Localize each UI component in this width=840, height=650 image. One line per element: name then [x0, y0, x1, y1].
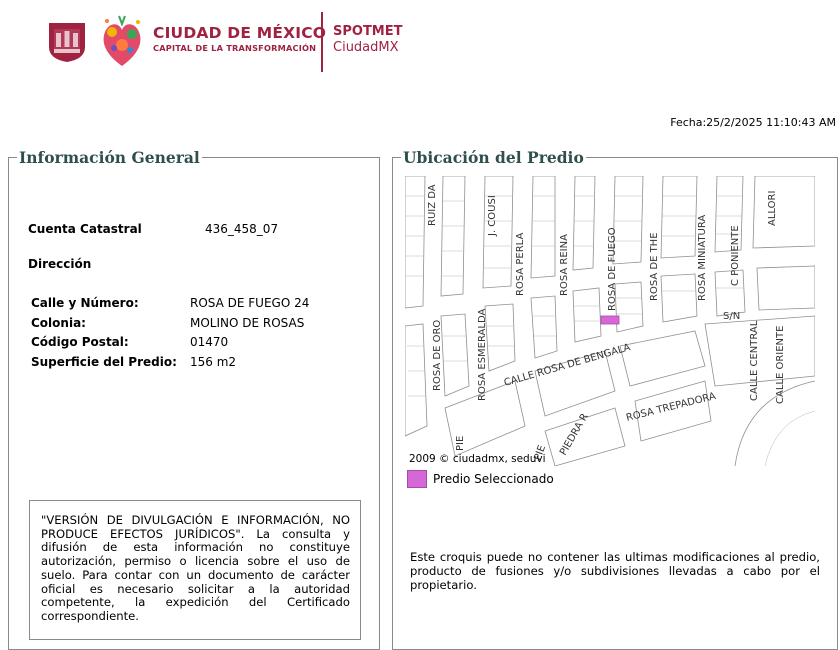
brand-divider [321, 12, 323, 72]
cuenta-value: 436_458_07 [205, 222, 279, 236]
street-label: ROSA REINA [559, 234, 570, 296]
street-label: PIE [455, 436, 466, 451]
street-label: CALLE CENTRAL [749, 320, 760, 401]
street-label: C PONIENTE [730, 225, 741, 286]
street-label: ROSA ESMERALDA [477, 309, 488, 401]
street-label: CALLE ORIENTE [775, 326, 786, 404]
street-label: J. COUSI [487, 195, 498, 237]
colonia-value: MOLINO DE ROSAS [190, 316, 305, 330]
app-name-block: SPOTMET CiudadMX [333, 24, 403, 56]
app-subname: CiudadMX [333, 40, 399, 55]
cdmx-shield-logo [49, 23, 85, 62]
superficie-label: Superficie del Predio: [31, 355, 177, 369]
street-label: ROSA DE ORO [432, 320, 443, 391]
street-label: ROSA DE FUEGO [607, 227, 618, 311]
brand-block: CIUDAD DE MÉXICO CAPITAL DE LA TRANSFORM… [153, 24, 326, 54]
street-label: S/N [723, 311, 740, 322]
timestamp: Fecha:25/2/2025 11:10:43 AM [670, 116, 836, 129]
brand-title: CIUDAD DE MÉXICO [153, 24, 327, 42]
info-general-legend: Información General [19, 148, 200, 167]
cp-label: Código Postal: [31, 335, 129, 349]
selected-lot-label: Predio Seleccionado [433, 472, 554, 486]
cuenta-row: Cuenta Catastral [28, 222, 142, 236]
street-label: ROSA MINIATURA [697, 215, 708, 301]
selected-lot-swatch [407, 470, 427, 488]
map-credit: 2009 © ciudadmx, seduvi [409, 453, 546, 465]
location-map[interactable]: RUIZ DA J. COUSI ROSA PERLA ROSA REINA R… [405, 176, 815, 466]
street-label: ROSA PERLA [515, 233, 526, 296]
street-label: ALLORI [767, 191, 778, 226]
map-note: Este croquis puede no contener las ultim… [410, 550, 820, 592]
selected-lot [600, 315, 620, 325]
street-label: ROSA DE THE [649, 232, 660, 301]
direccion-label: Dirección [28, 257, 92, 271]
colonia-label: Colonia: [31, 316, 86, 330]
calle-label: Calle y Número: [31, 296, 139, 310]
calle-value: ROSA DE FUEGO 24 [190, 296, 310, 310]
legal-disclaimer: "VERSIÓN DE DIVULGACIÓN E INFORMACIÓN, N… [29, 500, 361, 640]
street-label: RUIZ DA [427, 184, 438, 226]
brand-subtitle: CAPITAL DE LA TRANSFORMACIÓN [153, 43, 317, 53]
heart-logo [103, 15, 141, 66]
superficie-value: 156 m2 [190, 355, 237, 369]
map-canvas: RUIZ DA J. COUSI ROSA PERLA ROSA REINA R… [405, 176, 815, 466]
page-header: CIUDAD DE MÉXICO CAPITAL DE LA TRANSFORM… [0, 0, 840, 80]
app-name: SPOTMET [333, 24, 403, 39]
cuenta-label: Cuenta Catastral [28, 222, 142, 236]
ubicacion-legend: Ubicación del Predio [403, 148, 584, 167]
cp-value: 01470 [190, 335, 229, 349]
